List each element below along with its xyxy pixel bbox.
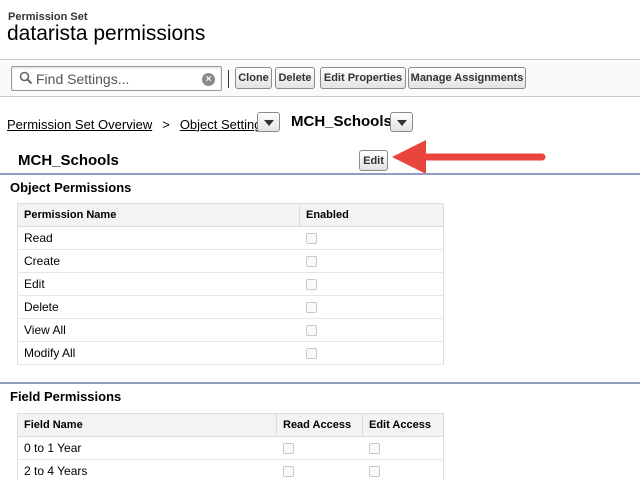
enabled-checkbox (305, 302, 317, 314)
search-icon (19, 71, 33, 85)
object-settings-dropdown[interactable] (257, 112, 280, 132)
table-row: Edit (17, 272, 444, 296)
read-access-checkbox (282, 443, 294, 455)
permission-name: Modify All (17, 341, 300, 365)
column-header-permission-name: Permission Name (17, 203, 300, 227)
table-row: 2 to 4 Years (17, 459, 444, 480)
permission-name: Edit (17, 272, 300, 296)
edit-properties-button[interactable]: Edit Properties (320, 67, 406, 89)
table-row: View All (17, 318, 444, 342)
read-access-checkbox (282, 466, 294, 478)
clear-search-icon[interactable]: × (202, 73, 215, 86)
column-header-enabled: Enabled (299, 203, 444, 227)
edit-access-checkbox (368, 466, 380, 478)
page-title: datarista permissions (7, 22, 206, 45)
breadcrumb-object-settings[interactable]: Object Settings (180, 117, 268, 132)
field-name: 2 to 4 Years (17, 459, 277, 480)
object-permissions-heading: Object Permissions (10, 180, 132, 195)
table-row: Read (17, 226, 444, 250)
table-header-row: Field Name Read Access Edit Access (17, 413, 444, 437)
find-settings-box[interactable]: × (11, 66, 222, 91)
section-divider (0, 173, 640, 175)
enabled-checkbox (305, 279, 317, 291)
delete-button[interactable]: Delete (275, 67, 315, 89)
object-picker-dropdown[interactable] (390, 112, 413, 132)
field-permissions-table: Field Name Read Access Edit Access 0 to … (17, 413, 444, 480)
column-header-read-access: Read Access (276, 413, 363, 437)
permission-name: View All (17, 318, 300, 342)
table-row: Delete (17, 295, 444, 319)
breadcrumb-permission-set-overview[interactable]: Permission Set Overview (7, 117, 152, 132)
toolbar: × Clone Delete Edit Properties Manage As… (0, 59, 640, 97)
section-divider (0, 382, 640, 384)
enabled-checkbox (305, 325, 317, 337)
enabled-checkbox (305, 348, 317, 360)
column-header-edit-access: Edit Access (362, 413, 444, 437)
permission-name: Read (17, 226, 300, 250)
breadcrumb-separator: > (162, 116, 170, 132)
breadcrumb-current-object: MCH_Schools (291, 113, 392, 130)
permission-name: Create (17, 249, 300, 273)
column-header-field-name: Field Name (17, 413, 277, 437)
breadcrumb: Permission Set Overview > Object Setting… (7, 114, 268, 134)
table-row: Create (17, 249, 444, 273)
object-permissions-table: Permission Name Enabled Read Create Edit… (17, 203, 444, 365)
edit-access-checkbox (368, 443, 380, 455)
edit-button[interactable]: Edit (359, 150, 388, 171)
manage-assignments-button[interactable]: Manage Assignments (408, 67, 526, 89)
table-row: Modify All (17, 341, 444, 365)
field-name: 0 to 1 Year (17, 436, 277, 460)
table-header-row: Permission Name Enabled (17, 203, 444, 227)
enabled-checkbox (305, 256, 317, 268)
table-row: 0 to 1 Year (17, 436, 444, 460)
section-title: MCH_Schools (18, 152, 119, 169)
toolbar-divider (228, 70, 229, 88)
field-permissions-heading: Field Permissions (10, 389, 122, 404)
enabled-checkbox (305, 233, 317, 245)
clone-button[interactable]: Clone (235, 67, 272, 89)
permission-name: Delete (17, 295, 300, 319)
find-settings-input[interactable] (36, 69, 196, 88)
